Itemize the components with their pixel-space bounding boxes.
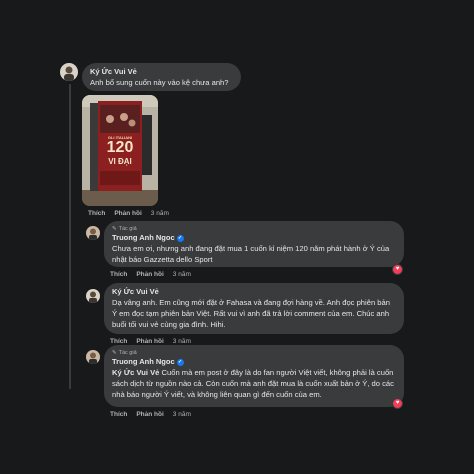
pencil-icon: ✎ <box>112 350 117 356</box>
avatar[interactable] <box>86 350 100 364</box>
author-badge-label: Tác giả <box>118 226 137 232</box>
reply-button[interactable]: Phản hồi <box>136 411 163 418</box>
comment-actions: Thích Phản hồi 3 năm <box>110 271 191 278</box>
avatar[interactable] <box>60 63 78 81</box>
comment-time[interactable]: 3 năm <box>173 411 191 418</box>
reply-button[interactable]: Phản hồi <box>136 271 163 278</box>
comment-time[interactable]: 3 năm <box>151 210 169 217</box>
comment-actions: Thích Phản hồi 3 năm <box>110 411 191 418</box>
avatar-image <box>86 289 100 303</box>
heart-reaction-icon[interactable]: ♥ <box>392 398 403 409</box>
comment-actions: Thích Phản hồi 3 năm <box>88 210 169 217</box>
reply-button[interactable]: Phản hồi <box>136 338 163 345</box>
comment-actions: Thích Phản hồi 3 năm <box>110 338 191 345</box>
comment-author[interactable]: Truong Anh Ngoc <box>112 233 175 242</box>
thread-line <box>69 84 71 389</box>
avatar-image <box>60 63 78 81</box>
comment-bubble: Ký Ức Vui Vẻ Dạ vâng anh. Em cũng mới đặ… <box>104 283 404 334</box>
like-button[interactable]: Thích <box>110 271 127 278</box>
mention-link[interactable]: Ký Ức Vui Vẻ <box>112 368 159 377</box>
author-badge: ✎ Tác giả <box>112 225 396 233</box>
verified-icon: ✓ <box>176 234 184 242</box>
book-cover-line3: VI ĐẠI <box>108 157 132 166</box>
author-badge: ✎ Tác giả <box>112 349 396 357</box>
comment-author[interactable]: Truong Anh Ngoc <box>112 357 175 366</box>
like-button[interactable]: Thích <box>110 411 127 418</box>
verified-icon: ✓ <box>176 358 184 366</box>
comment-time[interactable]: 3 năm <box>173 271 191 278</box>
comment-author[interactable]: Ký Ức Vui Vẻ <box>90 67 233 77</box>
comment-author[interactable]: Ký Ức Vui Vẻ <box>112 287 396 297</box>
avatar[interactable] <box>86 226 100 240</box>
avatar[interactable] <box>86 289 100 303</box>
like-button[interactable]: Thích <box>110 338 127 345</box>
comment-text: Dạ vâng anh. Em cũng mới đặt ở Fahasa và… <box>112 298 390 329</box>
author-badge-label: Tác giả <box>118 350 137 356</box>
comment-photo[interactable]: GLI ITALIANI 120 VI ĐẠI <box>82 95 158 206</box>
reply-button[interactable]: Phản hồi <box>114 210 141 217</box>
pencil-icon: ✎ <box>112 226 117 232</box>
like-button[interactable]: Thích <box>88 210 105 217</box>
comment-bubble: ✎ Tác giả Truong Anh Ngoc ✓ Chưa em ơi, n… <box>104 221 404 267</box>
comment-bubble: ✎ Tác giả Truong Anh Ngoc ✓ Ký Ức Vui Vẻ … <box>104 345 404 407</box>
comment-author-row: Truong Anh Ngoc ✓ <box>112 357 396 367</box>
heart-reaction-icon[interactable]: ♥ <box>392 264 403 275</box>
comment-text: Anh bổ sung cuốn này vào kệ chưa anh? <box>90 78 229 87</box>
avatar-image <box>86 226 100 240</box>
comment-text: Chưa em ơi, nhưng anh đang đặt mua 1 cuố… <box>112 244 390 264</box>
comment-time[interactable]: 3 năm <box>173 338 191 345</box>
avatar-image <box>86 350 100 364</box>
comment-author-row: Truong Anh Ngoc ✓ <box>112 233 396 243</box>
book-cover-line2: 120 <box>106 139 134 156</box>
comment-bubble: Ký Ức Vui Vẻ Anh bổ sung cuốn này vào kệ… <box>82 63 241 91</box>
comment-text: Ký Ức Vui Vẻ Cuốn mà em post ở đây là do… <box>112 367 396 400</box>
